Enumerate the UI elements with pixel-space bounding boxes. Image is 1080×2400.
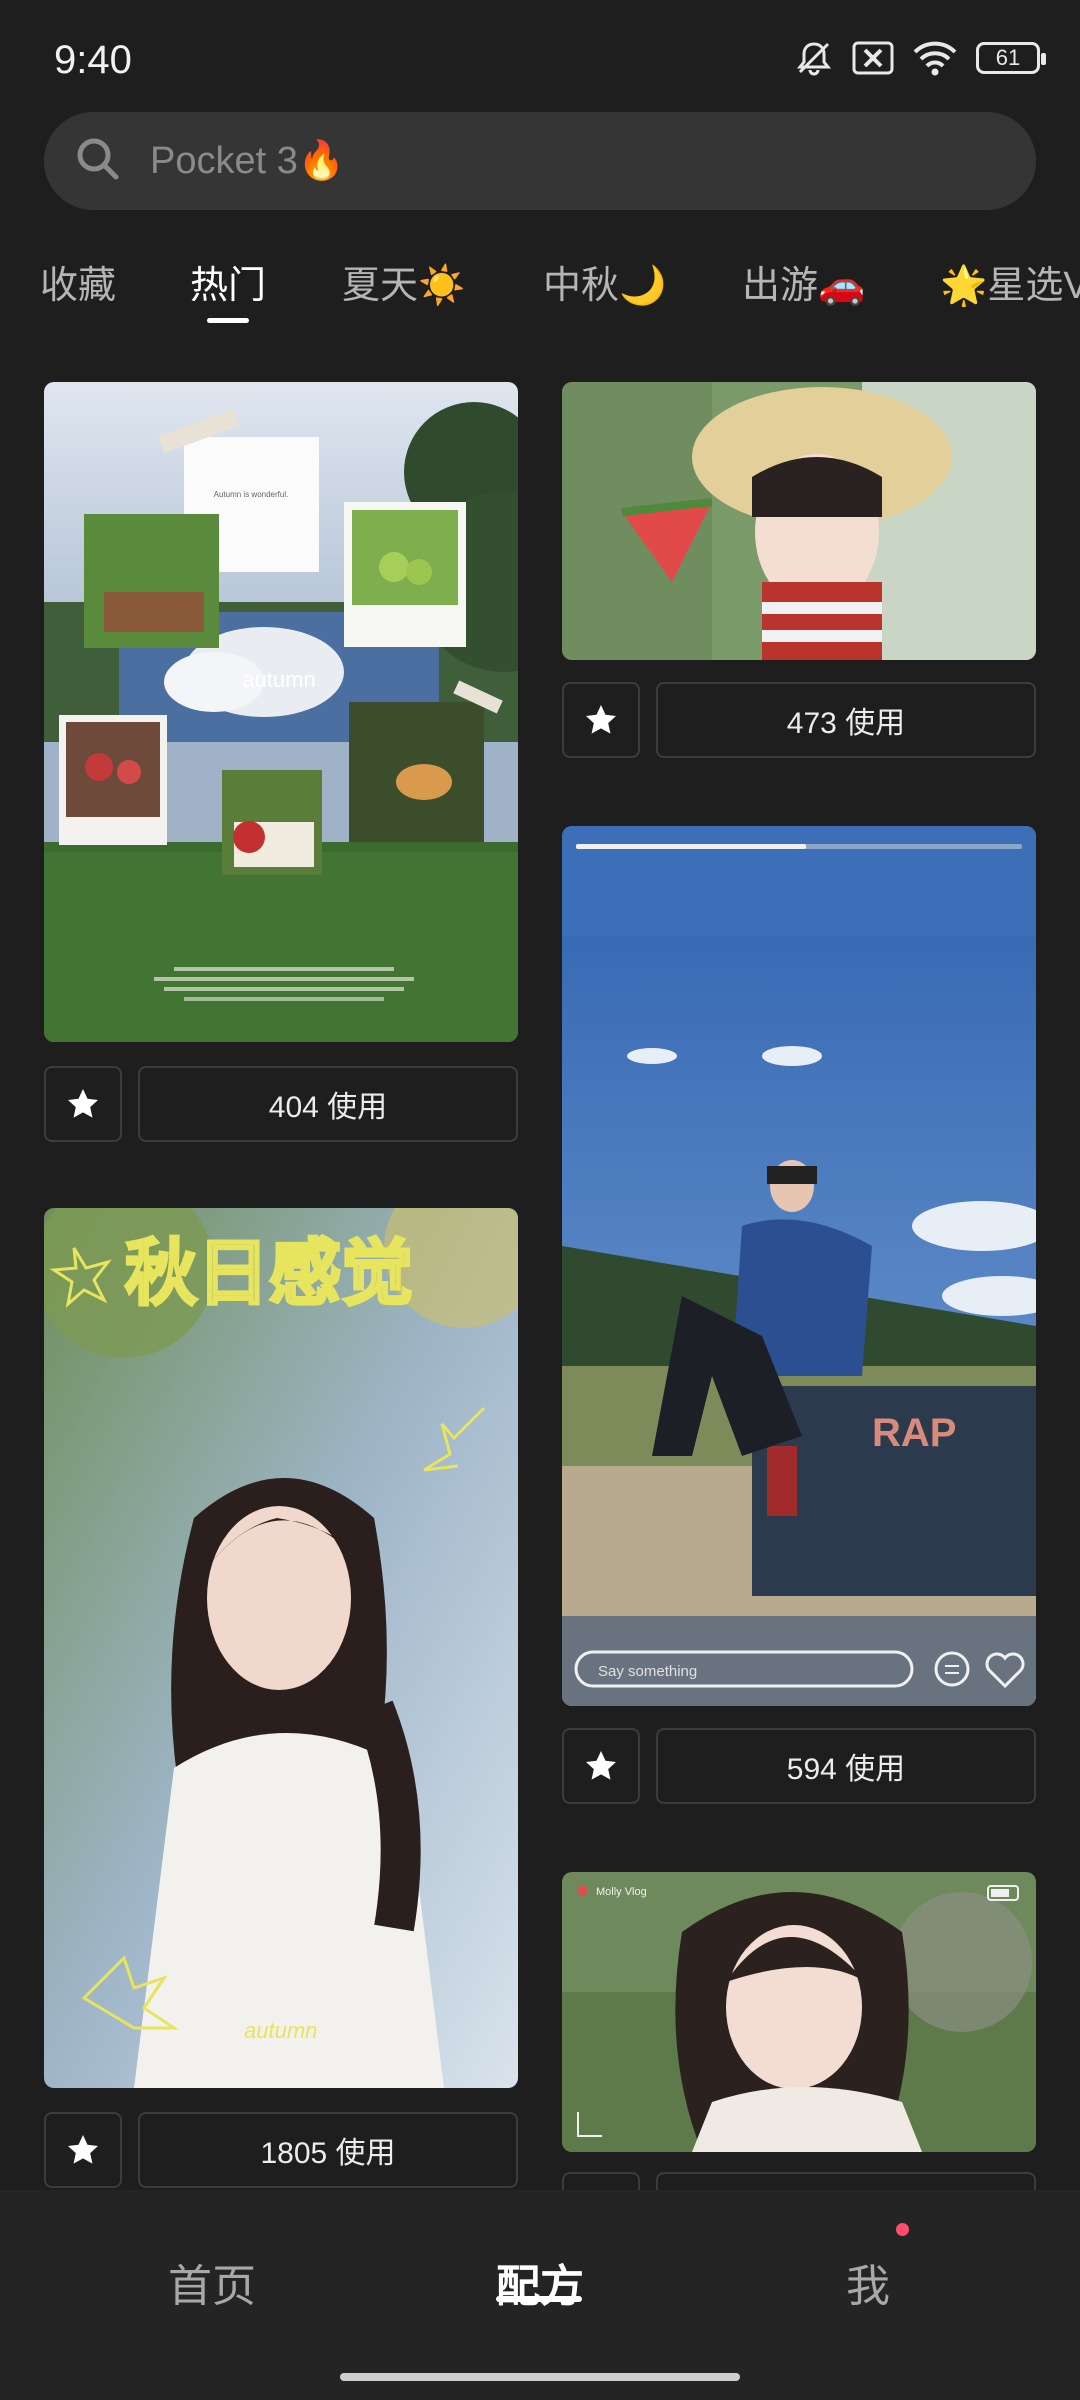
- autumn-portrait-photo: 秋日感觉 autumn: [44, 1208, 518, 2088]
- template-thumbnail-collage[interactable]: Autumn is wonderful. autumn: [44, 382, 518, 1042]
- star-icon: [68, 1089, 98, 1118]
- status-bar: 9:40 61: [0, 0, 1080, 110]
- template-thumbnail-truck[interactable]: RAP Say something: [562, 826, 1036, 1706]
- battery-indicator: 61: [976, 42, 1046, 74]
- template-thumbnail-watermelon[interactable]: [562, 382, 1036, 660]
- use-template-button[interactable]: 1805 使用: [138, 2112, 518, 2188]
- search-bar[interactable]: Pocket 3🔥: [44, 112, 1036, 210]
- favorite-button[interactable]: [562, 1728, 640, 1804]
- autumn-title-art: 秋日感觉: [125, 1234, 413, 1314]
- notification-dot: [896, 2223, 909, 2236]
- search-input[interactable]: Pocket 3🔥: [150, 139, 345, 183]
- template-thumbnail-sweater[interactable]: Molly Vlog: [562, 1872, 1036, 2152]
- tab-summer[interactable]: 夏天☀️: [342, 254, 465, 309]
- template-thumbnail-autumn-portrait[interactable]: 秋日感觉 autumn: [44, 1208, 518, 2088]
- status-time: 9:40: [54, 38, 132, 82]
- comment-input-placeholder: Say something: [598, 1663, 697, 1680]
- truck-photo: RAP Say something: [562, 826, 1036, 1706]
- sim-none-icon: [852, 40, 894, 76]
- sweater-photo: Molly Vlog: [562, 1872, 1036, 2152]
- watermelon-photo: [562, 382, 1036, 660]
- favorite-button[interactable]: [562, 682, 640, 758]
- active-nav-indicator: [496, 2296, 582, 2302]
- nav-me[interactable]: 我: [846, 2250, 890, 2314]
- favorite-button[interactable]: [44, 2112, 122, 2188]
- collage-note: Autumn is wonderful.: [214, 490, 289, 499]
- use-template-button[interactable]: 473 使用: [656, 682, 1036, 758]
- wifi-icon: [912, 40, 958, 76]
- tab-favorites[interactable]: 收藏: [40, 254, 116, 309]
- tab-travel[interactable]: 出游🚗: [742, 254, 865, 309]
- favorite-button[interactable]: [44, 1066, 122, 1142]
- bell-off-icon: [794, 38, 834, 78]
- autumn-script: autumn: [244, 2018, 317, 2043]
- category-tabs: 收藏 热门 夏天☀️ 中秋🌙 出游🚗 🌟星选V: [0, 232, 1080, 332]
- star-icon: [586, 705, 616, 734]
- nav-recipes[interactable]: 配方: [496, 2250, 584, 2314]
- tab-popular[interactable]: 热门: [190, 254, 266, 309]
- status-icons: 61: [794, 38, 1046, 78]
- vlog-badge: Molly Vlog: [596, 1886, 647, 1898]
- star-icon: [68, 2135, 98, 2164]
- nav-home[interactable]: 首页: [168, 2250, 256, 2314]
- search-icon: [72, 133, 124, 190]
- home-indicator[interactable]: [340, 2373, 740, 2381]
- svg-text:RAP: RAP: [872, 1411, 956, 1455]
- collage-caption: autumn: [242, 667, 315, 692]
- use-template-button[interactable]: 594 使用: [656, 1728, 1036, 1804]
- use-template-button[interactable]: 404 使用: [138, 1066, 518, 1142]
- app-root: 9:40 61 Pocket 3🔥 收藏 热门 夏天☀️ 中秋🌙 出游🚗 🌟星选…: [0, 0, 1080, 2400]
- tab-featured[interactable]: 🌟星选V: [940, 254, 1080, 309]
- star-icon: [586, 1751, 616, 1780]
- bottom-nav: 首页 配方 我: [0, 2190, 1080, 2400]
- battery-level: 61: [995, 45, 1021, 70]
- active-tab-indicator: [207, 318, 249, 323]
- collage-image: Autumn is wonderful. autumn: [44, 382, 518, 1042]
- tab-mid-autumn[interactable]: 中秋🌙: [543, 254, 666, 309]
